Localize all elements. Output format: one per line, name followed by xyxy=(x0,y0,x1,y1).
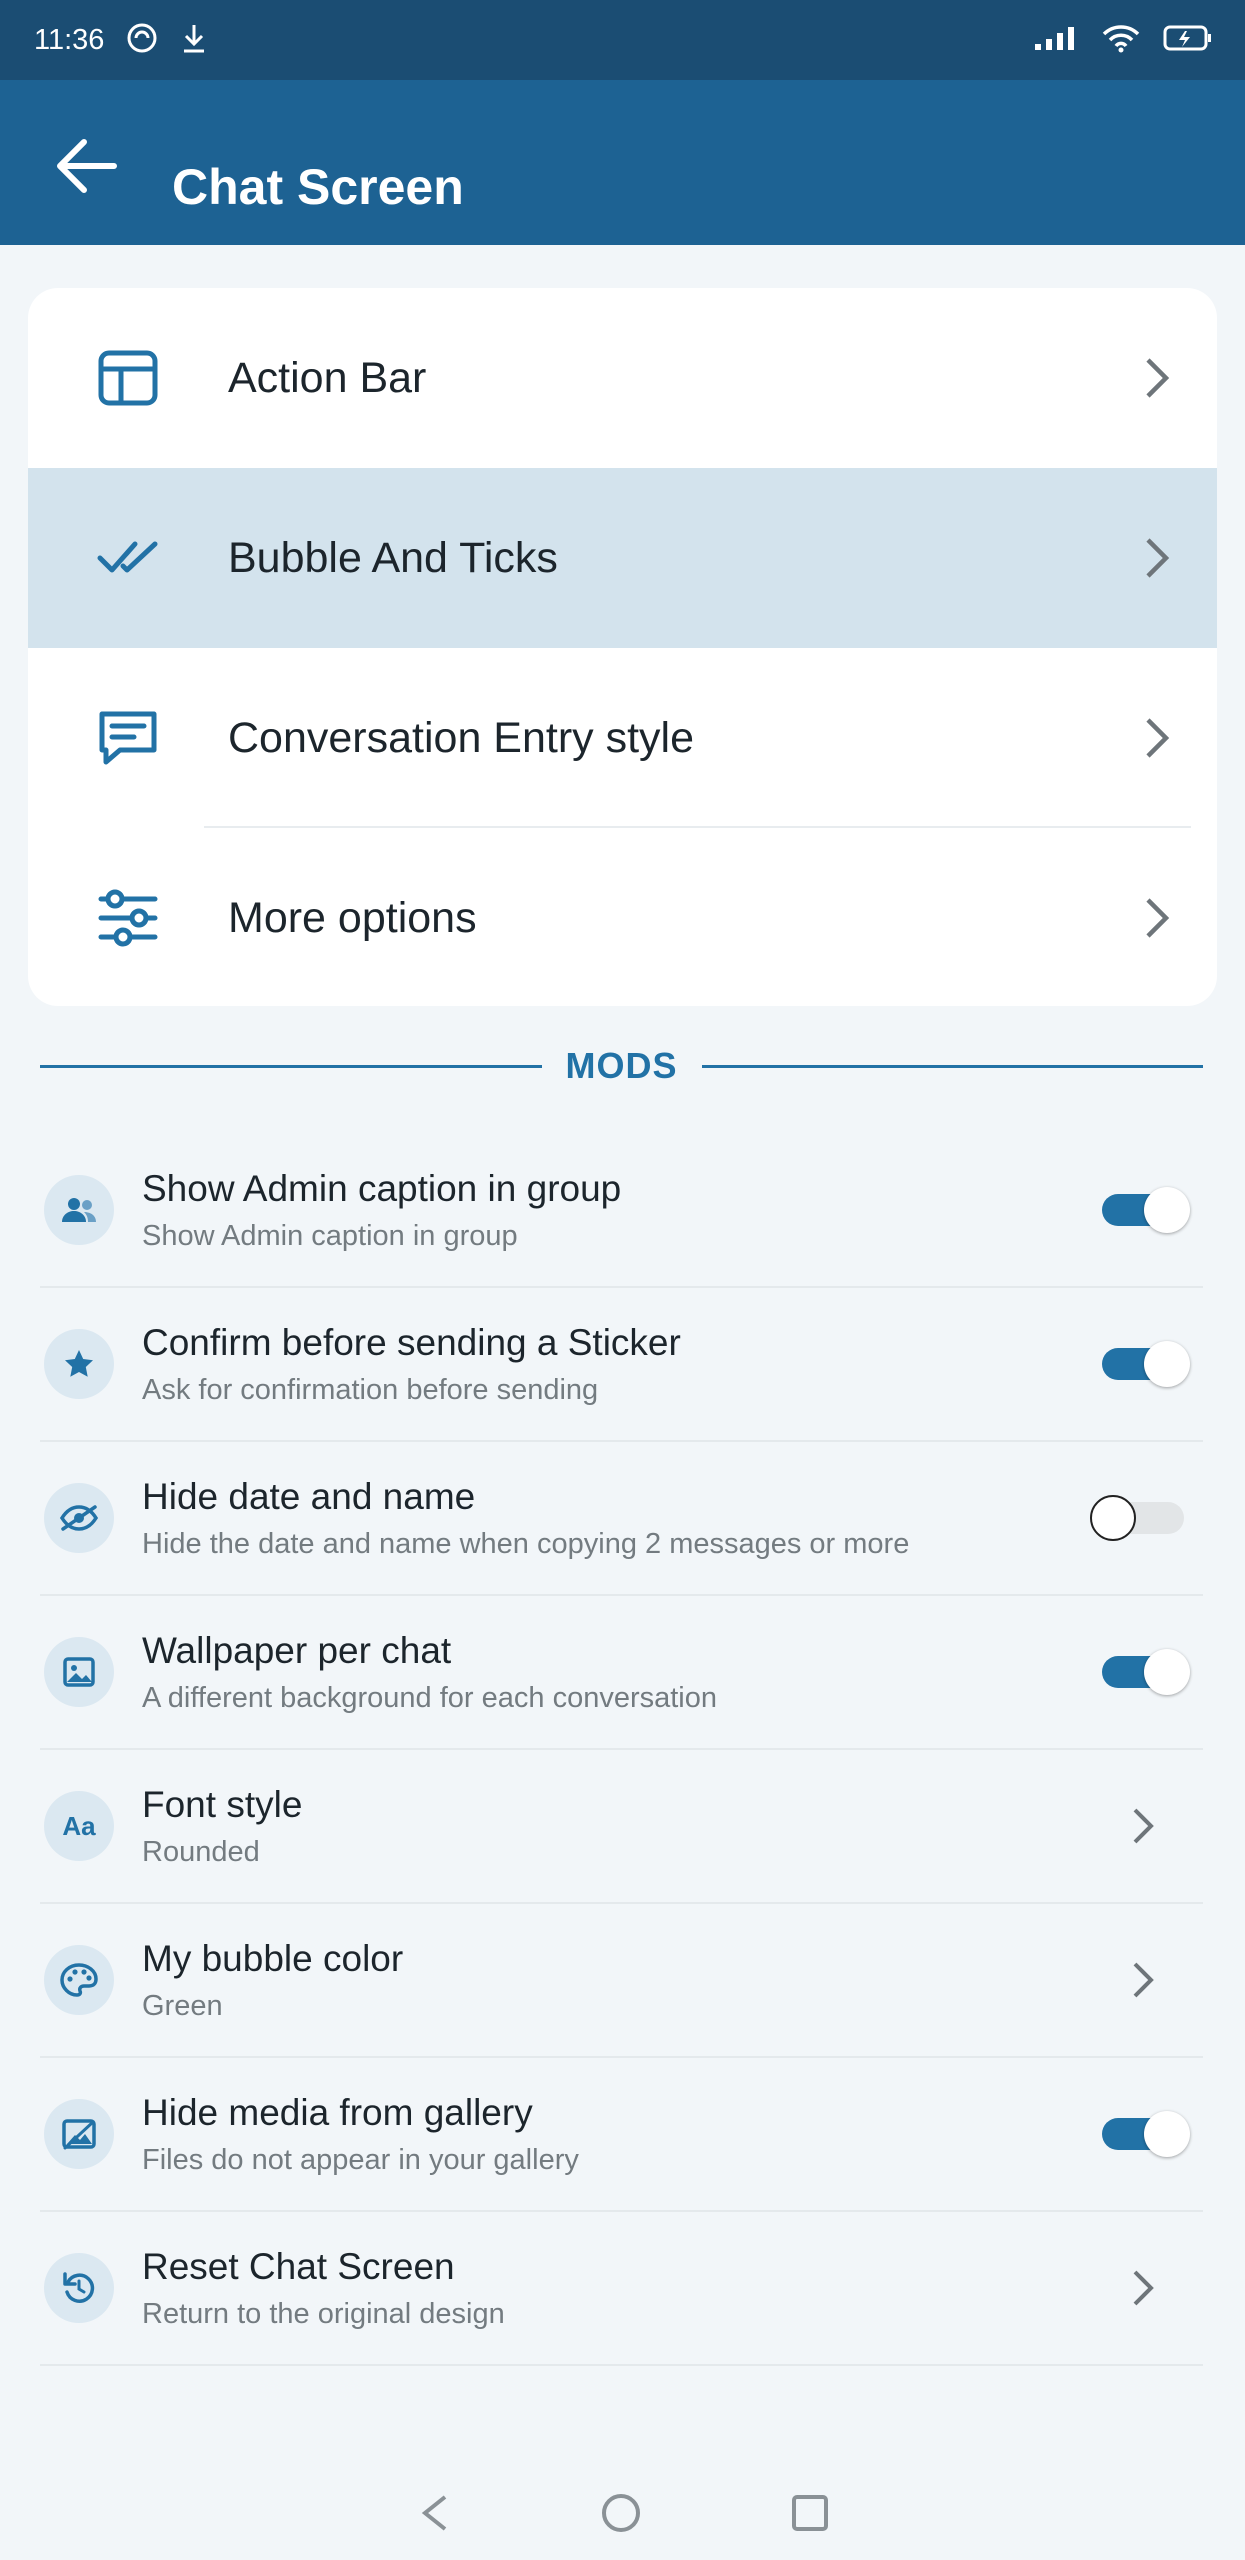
menu-item-bubble-and-ticks[interactable]: Bubble And Ticks xyxy=(28,468,1217,648)
toggle-switch[interactable] xyxy=(1098,1187,1190,1233)
menu-item-action-bar[interactable]: Action Bar xyxy=(28,288,1217,468)
sliders-icon xyxy=(28,889,228,947)
toggle-switch[interactable] xyxy=(1090,1495,1188,1541)
menu-item-label: Bubble And Ticks xyxy=(228,533,558,582)
menu-item-conversation-entry-style[interactable]: Conversation Entry style xyxy=(28,648,1217,828)
mods-list: Show Admin caption in group Show Admin c… xyxy=(40,1134,1203,2366)
mod-subtitle: Show Admin caption in group xyxy=(142,1219,518,1252)
mod-hide-date-name[interactable]: Hide date and name Hide the date and nam… xyxy=(40,1442,1203,1596)
mod-subtitle: Files do not appear in your gallery xyxy=(142,2143,579,2176)
layout-icon xyxy=(28,349,228,407)
mod-hide-media-gallery[interactable]: Hide media from gallery Files do not app… xyxy=(40,2058,1203,2212)
mod-title: My bubble color xyxy=(142,1937,404,1979)
gallery-off-icon xyxy=(44,2099,114,2169)
mod-bubble-color[interactable]: My bubble color Green xyxy=(40,1904,1203,2058)
toggle-switch[interactable] xyxy=(1098,1649,1190,1695)
font-icon: Aa xyxy=(44,1791,114,1861)
chevron-right-icon xyxy=(1097,536,1217,580)
menu-item-label: Conversation Entry style xyxy=(228,713,695,762)
settings-card: Action Bar Bubble And Ticks Conversation… xyxy=(28,288,1217,1006)
mod-title: Confirm before sending a Sticker xyxy=(142,1321,681,1363)
mod-title: Show Admin caption in group xyxy=(142,1167,622,1209)
double-check-icon xyxy=(28,538,228,578)
divider xyxy=(701,1064,1203,1068)
mod-title: Font style xyxy=(142,1783,303,1825)
page-title: Chat Screen xyxy=(172,159,464,215)
mod-confirm-sticker[interactable]: Confirm before sending a Sticker Ask for… xyxy=(40,1288,1203,1442)
mod-title: Reset Chat Screen xyxy=(142,2245,455,2287)
image-icon xyxy=(44,1637,114,1707)
mod-subtitle: Ask for confirmation before sending xyxy=(142,1373,599,1406)
mod-subtitle: Rounded xyxy=(142,1835,260,1868)
mod-title: Hide date and name xyxy=(142,1475,476,1517)
chevron-right-icon xyxy=(1097,356,1217,400)
nav-back-icon[interactable] xyxy=(417,2493,451,2538)
status-time: 11:36 xyxy=(34,23,105,56)
toggle-switch[interactable] xyxy=(1098,2111,1190,2157)
nav-home-icon[interactable] xyxy=(601,2493,641,2538)
nav-recents-icon[interactable] xyxy=(791,2494,829,2537)
back-button[interactable] xyxy=(46,128,126,208)
chat-bubble-icon xyxy=(28,708,228,768)
menu-item-label: More options xyxy=(228,893,477,942)
mod-title: Wallpaper per chat xyxy=(142,1629,452,1671)
palette-icon xyxy=(44,1945,114,2015)
sync-icon xyxy=(126,22,158,59)
mod-subtitle: Return to the original design xyxy=(142,2297,505,2330)
mod-show-admin-caption[interactable]: Show Admin caption in group Show Admin c… xyxy=(40,1134,1203,1288)
signal-icon xyxy=(1033,24,1079,57)
wifi-icon xyxy=(1101,23,1141,58)
battery-icon xyxy=(1163,23,1213,58)
chevron-right-icon xyxy=(1083,1960,1203,2000)
menu-item-label: Action Bar xyxy=(228,353,427,402)
mod-font-style[interactable]: Aa Font style Rounded xyxy=(40,1750,1203,1904)
chevron-right-icon xyxy=(1097,716,1217,760)
chevron-right-icon xyxy=(1097,896,1217,940)
divider xyxy=(40,1064,542,1068)
status-bar: 11:36 xyxy=(0,0,1245,80)
star-icon xyxy=(44,1329,114,1399)
mods-section-header: MODS xyxy=(40,1038,1203,1094)
font-icon-glyph: Aa xyxy=(62,1810,96,1841)
download-icon xyxy=(180,22,208,59)
eye-off-icon xyxy=(44,1483,114,1553)
system-nav-bar xyxy=(0,2470,1245,2560)
group-icon xyxy=(44,1175,114,1245)
menu-item-more-options[interactable]: More options xyxy=(28,828,1217,1006)
arrow-left-icon xyxy=(54,136,118,201)
reset-icon xyxy=(44,2253,114,2323)
app-bar: Chat Screen xyxy=(0,80,1245,245)
mod-subtitle: Green xyxy=(142,1989,223,2022)
chevron-right-icon xyxy=(1083,1806,1203,1846)
mod-reset-chat-screen[interactable]: Reset Chat Screen Return to the original… xyxy=(40,2212,1203,2366)
chevron-right-icon xyxy=(1083,2268,1203,2308)
section-title: MODS xyxy=(565,1045,678,1086)
mod-subtitle: A different background for each conversa… xyxy=(142,1681,718,1714)
toggle-switch[interactable] xyxy=(1098,1341,1190,1387)
mod-subtitle: Hide the date and name when copying 2 me… xyxy=(142,1527,910,1560)
mod-title: Hide media from gallery xyxy=(142,2091,533,2133)
mod-wallpaper-per-chat[interactable]: Wallpaper per chat A different backgroun… xyxy=(40,1596,1203,1750)
